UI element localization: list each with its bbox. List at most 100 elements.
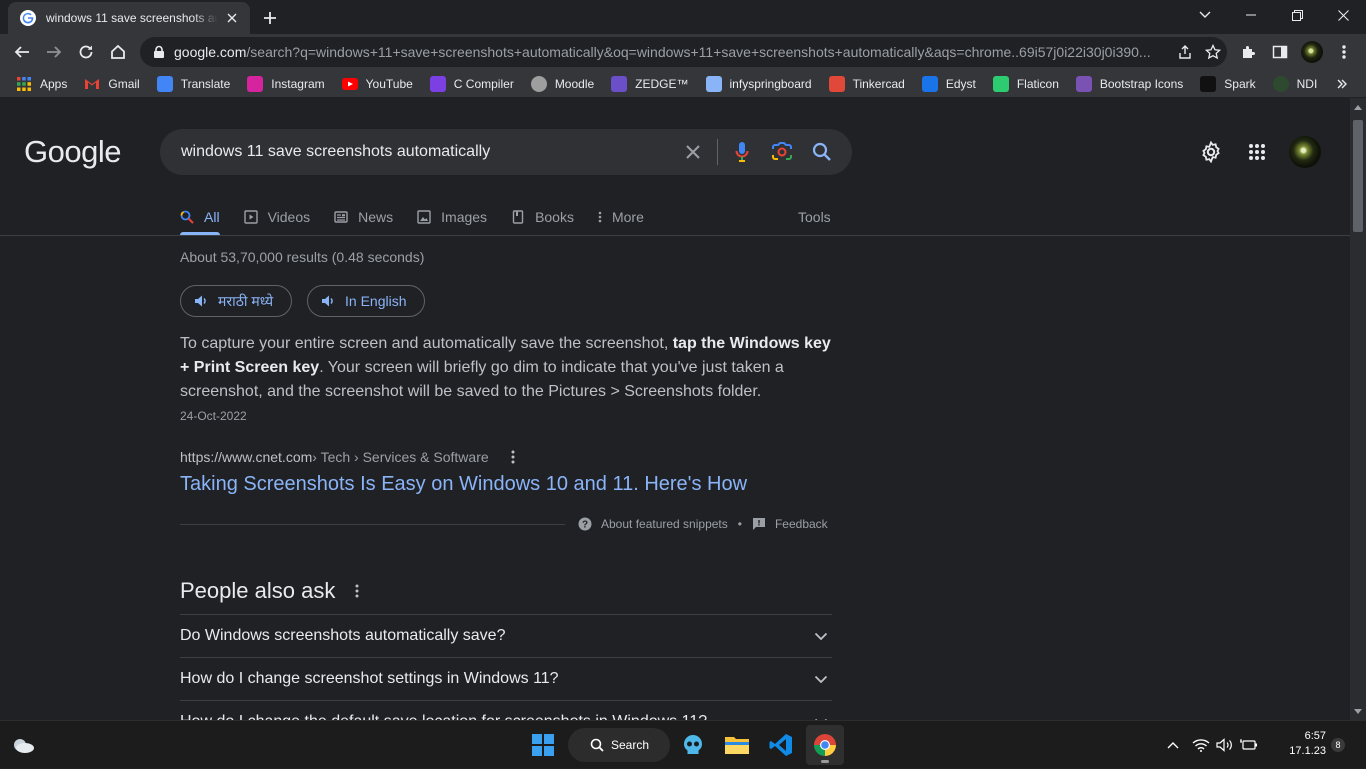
scroll-thumb[interactable] bbox=[1353, 120, 1363, 232]
forward-button[interactable] bbox=[40, 38, 68, 66]
tab-label: Books bbox=[535, 208, 574, 225]
bookmark-moodle[interactable]: Moodle bbox=[529, 72, 600, 96]
feedback-link[interactable]: Feedback bbox=[752, 517, 828, 531]
scroll-down-arrow-icon[interactable] bbox=[1353, 706, 1363, 716]
tab-strip: windows 11 save screenshots automaticall… bbox=[0, 0, 1366, 34]
about-featured-snippets-link[interactable]: ? About featured snippets bbox=[578, 517, 728, 531]
extensions-puzzle-icon[interactable] bbox=[1234, 38, 1262, 66]
search-submit-icon[interactable] bbox=[802, 132, 842, 172]
edyst-icon bbox=[921, 75, 938, 92]
tab-videos[interactable]: Videos bbox=[243, 198, 310, 235]
back-button[interactable] bbox=[8, 38, 36, 66]
bookmark-infyspringboard[interactable]: infyspringboard bbox=[704, 72, 818, 96]
battery-icon[interactable] bbox=[1238, 721, 1260, 769]
tab-books[interactable]: Books bbox=[511, 198, 574, 235]
tab-label: More bbox=[611, 208, 644, 225]
bookmark-edyst[interactable]: Edyst bbox=[920, 72, 982, 96]
windows-taskbar: Search 6:57 17.1.23 8 bbox=[0, 720, 1366, 768]
result-more-options-icon[interactable] bbox=[505, 449, 521, 465]
address-bar[interactable]: google.com/search?q=windows+11+save+scre… bbox=[140, 37, 1227, 67]
tab-news[interactable]: News bbox=[334, 198, 393, 235]
bookmark-youtube[interactable]: YouTube bbox=[340, 72, 419, 96]
show-hidden-icons-chevron[interactable] bbox=[1163, 721, 1183, 769]
chevron-down-icon[interactable] bbox=[814, 632, 832, 641]
listen-english-chip[interactable]: In English bbox=[307, 285, 426, 317]
notification-count-badge[interactable]: 8 bbox=[1331, 738, 1345, 752]
search-input[interactable]: windows 11 save screenshots automaticall… bbox=[181, 143, 673, 161]
apps-grid-icon bbox=[16, 76, 32, 92]
result-title-link[interactable]: Taking Screenshots Is Easy on Windows 10… bbox=[180, 473, 747, 496]
search-box[interactable]: windows 11 save screenshots automaticall… bbox=[160, 129, 852, 175]
page-scrollbar[interactable] bbox=[1350, 98, 1366, 720]
bookmark-instagram[interactable]: Instagram bbox=[245, 72, 330, 96]
volume-icon[interactable] bbox=[1214, 721, 1236, 769]
paa-title-text: People also ask bbox=[180, 578, 336, 603]
bookmark-tinkercad[interactable]: Tinkercad bbox=[827, 72, 911, 96]
bookmark-translate[interactable]: Translate bbox=[155, 72, 237, 96]
paa-more-options-icon[interactable] bbox=[351, 582, 363, 600]
file-explorer-icon[interactable] bbox=[718, 725, 756, 765]
reload-button[interactable] bbox=[72, 38, 100, 66]
weather-widget-icon[interactable] bbox=[8, 725, 38, 765]
snippet-date: 24-Oct-2022 bbox=[180, 409, 247, 423]
voice-search-mic-icon[interactable] bbox=[722, 132, 762, 172]
bookmark-gmail[interactable]: Gmail bbox=[82, 72, 145, 96]
paa-question[interactable]: How do I change the default save locatio… bbox=[180, 700, 832, 720]
clock-date: 17.1.23 bbox=[1289, 745, 1326, 757]
tab-more[interactable]: More bbox=[598, 198, 644, 235]
people-also-ask-list: Do Windows screenshots automatically sav… bbox=[180, 614, 832, 720]
share-icon[interactable] bbox=[1171, 38, 1199, 66]
paa-question-text: Do Windows screenshots automatically sav… bbox=[180, 627, 506, 644]
bookmark-star-icon[interactable] bbox=[1199, 38, 1227, 66]
bookmark-label: infyspringboard bbox=[729, 76, 812, 91]
side-panel-icon[interactable] bbox=[1266, 38, 1294, 66]
tab-search-chevron-icon[interactable] bbox=[1195, 5, 1215, 25]
home-button[interactable] bbox=[104, 38, 132, 66]
lock-icon[interactable] bbox=[152, 45, 166, 59]
bookmark-bootstrap-icons[interactable]: Bootstrap Icons bbox=[1074, 72, 1189, 96]
bookmarks-overflow-chevron-icon[interactable] bbox=[1332, 74, 1352, 94]
browser-tab[interactable]: windows 11 save screenshots automaticall… bbox=[8, 2, 250, 34]
bookmark-zedge[interactable]: ZEDGE™ bbox=[609, 72, 694, 96]
paa-question-text: How do I change the default save locatio… bbox=[180, 713, 707, 720]
chrome-taskbar-icon[interactable] bbox=[806, 725, 844, 765]
restore-icon[interactable] bbox=[1274, 0, 1320, 30]
paa-question[interactable]: How do I change screenshot settings in W… bbox=[180, 657, 832, 700]
lens-camera-icon[interactable] bbox=[762, 132, 802, 172]
account-avatar[interactable] bbox=[1289, 136, 1321, 168]
tab-images[interactable]: Images bbox=[417, 198, 487, 235]
bookmark-ndi[interactable]: NDI bbox=[1271, 72, 1324, 96]
taskbar-search-button[interactable]: Search bbox=[568, 728, 670, 762]
new-tab-button[interactable] bbox=[259, 7, 281, 29]
chevron-down-icon[interactable] bbox=[814, 675, 832, 684]
profile-avatar[interactable] bbox=[1298, 38, 1326, 66]
bookmark-apps[interactable]: Apps bbox=[14, 72, 73, 96]
bookmark-flaticon[interactable]: Flaticon bbox=[991, 72, 1065, 96]
tab-title: windows 11 save screenshots automaticall… bbox=[46, 11, 218, 25]
bookmark-c-compiler[interactable]: C Compiler bbox=[428, 72, 520, 96]
tab-close-icon[interactable] bbox=[224, 10, 240, 26]
chrome-menu-icon[interactable] bbox=[1330, 38, 1358, 66]
minimize-icon[interactable] bbox=[1228, 0, 1274, 30]
vscode-icon[interactable] bbox=[762, 725, 800, 765]
google-apps-icon[interactable] bbox=[1241, 136, 1273, 168]
scroll-up-arrow-icon[interactable] bbox=[1353, 102, 1363, 112]
nav-divider bbox=[0, 235, 1350, 236]
settings-gear-icon[interactable] bbox=[1195, 136, 1227, 168]
start-windows-icon[interactable] bbox=[524, 725, 562, 765]
clear-search-icon[interactable] bbox=[673, 132, 713, 172]
listen-marathi-chip[interactable]: मराठी मध्ये bbox=[180, 285, 293, 317]
url-text[interactable]: google.com/search?q=windows+11+save+scre… bbox=[174, 44, 1171, 60]
bootstrap-icon bbox=[1075, 75, 1092, 92]
close-window-icon[interactable] bbox=[1320, 0, 1366, 30]
wifi-icon[interactable] bbox=[1190, 721, 1212, 769]
tools-button[interactable]: Tools bbox=[798, 198, 831, 235]
bookmark-spark[interactable]: Spark bbox=[1198, 72, 1261, 96]
cite-url[interactable]: https://www.cnet.com bbox=[180, 449, 312, 465]
video-icon bbox=[243, 209, 263, 224]
skull-app-icon[interactable] bbox=[674, 725, 712, 765]
paa-question[interactable]: Do Windows screenshots automatically sav… bbox=[180, 614, 832, 657]
tab-all[interactable]: All bbox=[180, 198, 220, 235]
google-logo[interactable]: Google bbox=[24, 134, 121, 170]
system-clock[interactable]: 6:57 17.1.23 bbox=[1280, 729, 1326, 759]
